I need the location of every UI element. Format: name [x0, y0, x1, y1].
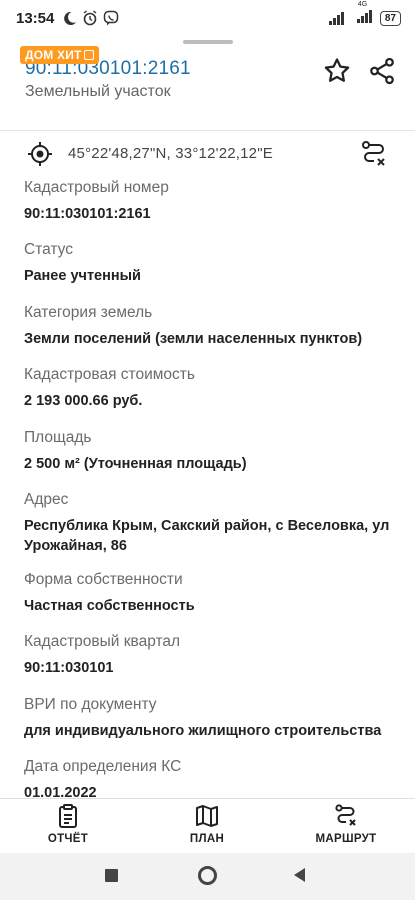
field-value: 90:11:030101:2161: [24, 206, 151, 222]
route-button[interactable]: МАРШРУТ: [296, 803, 396, 845]
field-value: 01.01.2022: [24, 785, 97, 798]
field-label: Категория земель: [24, 304, 153, 321]
field-area: Площадь 2 500 м² (Уточненная площадь): [24, 428, 394, 474]
location-target-icon[interactable]: [26, 140, 54, 168]
field-valuation-date: Дата определения КС 01.01.2022: [24, 757, 394, 798]
field-cadastral-value: Кадастровая стоимость 2 193 000.66 руб.: [24, 365, 394, 411]
route-label: МАРШРУТ: [315, 833, 377, 845]
field-value: 2 193 000.66 руб.: [24, 393, 143, 409]
map-icon: [196, 805, 218, 827]
sheet-drag-handle[interactable]: [183, 40, 233, 44]
field-label: ВРИ по документу: [24, 696, 157, 713]
share-icon[interactable]: [367, 56, 397, 86]
network-type: 4G: [357, 1, 368, 8]
alarm-icon: [83, 10, 97, 26]
field-permitted-use: ВРИ по документу для индивидуального жил…: [24, 695, 394, 741]
field-label: Кадастровый номер: [24, 179, 169, 196]
status-time: 13:54: [16, 9, 55, 27]
moon-icon: [64, 11, 77, 25]
field-value: Земли поселений (земли населенных пункто…: [24, 331, 363, 347]
report-label: ОТЧЁТ: [47, 833, 89, 845]
status-icons: [62, 10, 119, 26]
brand-badge: ДОМ ХИТ: [20, 46, 99, 64]
field-value: Ранее учтенный: [24, 268, 141, 284]
status-right: 4G 87: [328, 1, 401, 27]
report-button[interactable]: ОТЧЁТ: [18, 803, 118, 845]
field-label: Площадь: [24, 429, 92, 446]
viber-icon: [104, 10, 119, 26]
system-nav-bar: [0, 853, 415, 900]
brand-badge-text: ДОМ ХИТ: [25, 48, 82, 62]
field-label: Статус: [24, 241, 73, 258]
field-status: Статус Ранее учтенный: [24, 240, 394, 286]
header-divider: [0, 130, 415, 131]
plan-label: ПЛАН: [189, 833, 225, 845]
object-type: Земельный участок: [25, 83, 171, 100]
plan-button[interactable]: ПЛАН: [157, 803, 257, 845]
back-icon[interactable]: [294, 868, 305, 882]
field-value: для индивидуального жилищного строительс…: [24, 723, 382, 739]
field-label: Дата определения КС: [24, 758, 182, 775]
object-header: ДОМ ХИТ 90:11:030101:2161 Земельный учас…: [0, 46, 415, 116]
field-label: Кадастровый квартал: [24, 633, 181, 650]
coordinates-row: 45°22'48,27"N, 33°12'22,12"E: [0, 136, 415, 172]
field-label: Форма собственности: [24, 571, 183, 588]
field-value: Республика Крым, Сакский район, с Весело…: [24, 518, 390, 554]
network-indicator: 4G: [356, 1, 374, 27]
field-ownership-form: Форма собственности Частная собственност…: [24, 570, 394, 616]
field-value: 90:11:030101: [24, 660, 114, 676]
bottom-nav: ОТЧЁТ ПЛАН МАРШРУТ: [0, 799, 415, 853]
field-land-category: Категория земель Земли поселений (земли …: [24, 303, 394, 349]
property-details: Кадастровый номер 90:11:030101:2161 Стат…: [0, 176, 415, 798]
field-label: Кадастровая стоимость: [24, 366, 195, 383]
field-value: 2 500 м² (Уточненная площадь): [24, 456, 247, 472]
field-cadastral-number: Кадастровый номер 90:11:030101:2161: [24, 178, 394, 224]
battery-level: 87: [379, 10, 401, 26]
checkbox-icon: [83, 50, 94, 60]
route-icon[interactable]: [359, 139, 389, 169]
route-icon: [335, 804, 356, 826]
clipboard-icon: [59, 804, 77, 828]
home-icon[interactable]: [198, 866, 217, 885]
coordinates-text[interactable]: 45°22'48,27"N, 33°12'22,12"E: [68, 145, 273, 162]
field-cadastral-quarter: Кадастровый квартал 90:11:030101: [24, 632, 394, 678]
signal-icon: [328, 12, 344, 25]
field-label: Адрес: [24, 491, 69, 508]
field-address: Адрес Республика Крым, Сакский район, с …: [24, 490, 394, 556]
field-value: Частная собственность: [24, 598, 195, 614]
signal-icon-2: [356, 10, 372, 23]
status-bar: 13:54 4G 87: [0, 0, 415, 36]
recents-icon[interactable]: [105, 869, 118, 882]
star-icon[interactable]: [322, 56, 352, 86]
